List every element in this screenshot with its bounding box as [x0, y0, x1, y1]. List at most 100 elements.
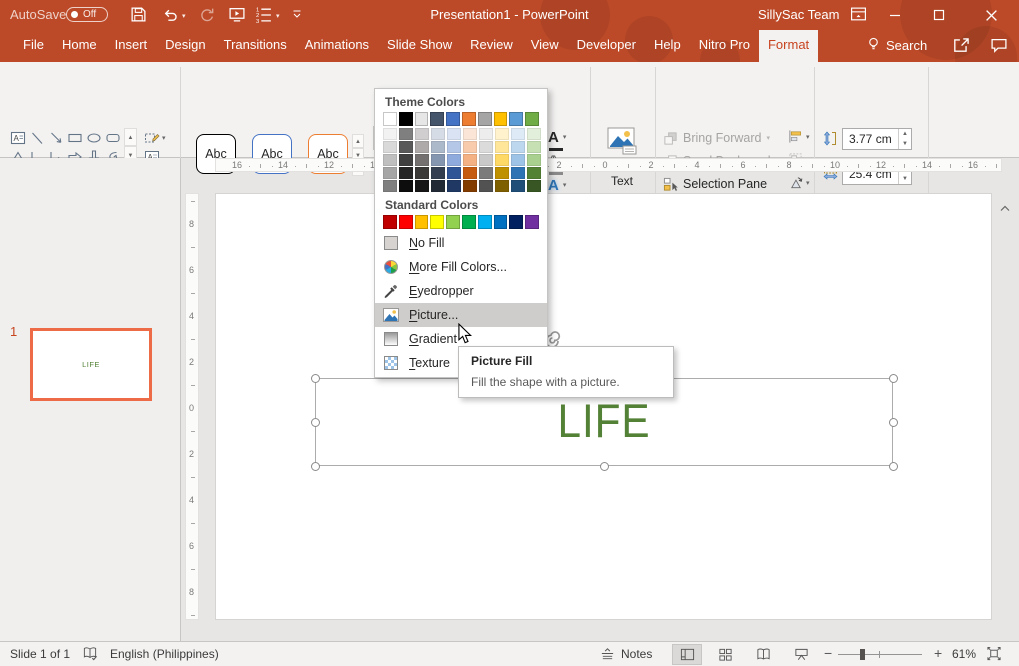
save-icon[interactable] — [130, 6, 148, 24]
zoom-slider-thumb[interactable] — [860, 649, 865, 660]
tab-home[interactable]: Home — [53, 30, 106, 62]
theme-color-swatch[interactable] — [399, 112, 413, 126]
theme-color-variant-swatch[interactable] — [479, 167, 493, 179]
tab-help[interactable]: Help — [645, 30, 690, 62]
theme-color-variant-swatch[interactable] — [479, 154, 493, 166]
oval-shape-icon[interactable] — [84, 128, 103, 147]
theme-color-variant-swatch[interactable] — [479, 141, 493, 153]
theme-color-swatch[interactable] — [462, 112, 476, 126]
theme-color-variant-swatch[interactable] — [399, 154, 413, 166]
theme-color-variant-swatch[interactable] — [495, 128, 509, 140]
theme-color-variant-swatch[interactable] — [463, 167, 477, 179]
edit-shape-button[interactable]: ▾ — [142, 128, 166, 147]
theme-color-variant-swatch[interactable] — [511, 128, 525, 140]
theme-color-swatch[interactable] — [494, 112, 508, 126]
slideshow-from-start-icon[interactable] — [228, 6, 246, 24]
close-icon[interactable] — [972, 0, 1010, 30]
rect-shape-icon[interactable] — [65, 128, 84, 147]
theme-color-variant-swatch[interactable] — [511, 167, 525, 179]
theme-color-variant-swatch[interactable] — [511, 141, 525, 153]
comments-icon[interactable] — [990, 37, 1008, 59]
theme-color-swatch[interactable] — [383, 112, 397, 126]
slideshow-view-icon[interactable] — [786, 644, 816, 665]
theme-color-variant-swatch[interactable] — [431, 154, 445, 166]
collapse-ribbon-icon[interactable] — [998, 202, 1012, 220]
menu-item-eyedropper[interactable]: Eyedropper — [375, 279, 547, 303]
zoom-out-icon[interactable]: − — [824, 645, 832, 661]
standard-color-swatch[interactable] — [525, 215, 539, 229]
standard-color-swatch[interactable] — [415, 215, 429, 229]
numbered-list-icon[interactable]: 123 — [256, 6, 274, 24]
reading-view-icon[interactable] — [748, 644, 778, 665]
theme-color-variant-swatch[interactable] — [527, 154, 541, 166]
theme-color-swatch[interactable] — [509, 112, 523, 126]
theme-color-swatch[interactable] — [446, 112, 460, 126]
theme-color-variant-swatch[interactable] — [527, 167, 541, 179]
theme-color-variant-swatch[interactable] — [479, 180, 493, 192]
theme-color-variant-swatch[interactable] — [415, 128, 429, 140]
theme-color-variant-swatch[interactable] — [527, 180, 541, 192]
theme-color-variant-swatch[interactable] — [415, 154, 429, 166]
theme-color-variant-swatch[interactable] — [495, 167, 509, 179]
maximize-icon[interactable] — [920, 0, 958, 30]
zoom-in-icon[interactable]: + — [934, 645, 942, 661]
theme-color-variant-swatch[interactable] — [383, 154, 397, 166]
theme-color-variant-swatch[interactable] — [463, 180, 477, 192]
fit-to-window-icon[interactable] — [986, 646, 1002, 664]
theme-color-variant-swatch[interactable] — [511, 180, 525, 192]
slide-thumbnail[interactable]: LIFE — [30, 328, 152, 401]
standard-color-swatch[interactable] — [399, 215, 413, 229]
theme-color-variant-swatch[interactable] — [399, 180, 413, 192]
minimize-icon[interactable] — [876, 0, 914, 30]
theme-color-swatch[interactable] — [430, 112, 444, 126]
theme-color-variant-swatch[interactable] — [399, 141, 413, 153]
theme-color-variant-swatch[interactable] — [463, 128, 477, 140]
standard-color-swatch[interactable] — [430, 215, 444, 229]
theme-color-variant-swatch[interactable] — [527, 128, 541, 140]
tab-animations[interactable]: Animations — [296, 30, 378, 62]
autosave-toggle[interactable]: Off — [66, 7, 108, 22]
tab-review[interactable]: Review — [461, 30, 522, 62]
theme-color-variant-swatch[interactable] — [447, 154, 461, 166]
standard-color-swatch[interactable] — [509, 215, 523, 229]
spell-check-icon[interactable] — [82, 646, 98, 664]
align-objects-button[interactable]: ▾ — [788, 129, 810, 144]
slide-indicator[interactable]: Slide 1 of 1 — [10, 647, 70, 661]
theme-color-variant-swatch[interactable] — [431, 180, 445, 192]
undo-dropdown-icon[interactable]: ▾ — [182, 12, 186, 20]
theme-color-variant-swatch[interactable] — [415, 180, 429, 192]
selection-handle[interactable] — [889, 462, 898, 471]
zoom-level[interactable]: 61% — [952, 647, 976, 661]
standard-color-swatch[interactable] — [383, 215, 397, 229]
tab-file[interactable]: File — [14, 30, 53, 62]
normal-view-icon[interactable] — [672, 644, 702, 665]
tab-nitro-pro[interactable]: Nitro Pro — [690, 30, 759, 62]
selection-handle[interactable] — [600, 462, 609, 471]
selection-handle[interactable] — [311, 418, 320, 427]
theme-color-variant-swatch[interactable] — [383, 128, 397, 140]
account-name[interactable]: SillySac Team — [758, 7, 839, 22]
share-icon[interactable] — [952, 36, 970, 59]
theme-color-variant-swatch[interactable] — [463, 154, 477, 166]
tab-format[interactable]: Format — [759, 30, 818, 62]
rotate-objects-button[interactable]: ▾ — [788, 175, 810, 190]
standard-color-swatch[interactable] — [494, 215, 508, 229]
menu-item-no-fill[interactable]: No Fill — [375, 231, 547, 255]
standard-color-swatch[interactable] — [478, 215, 492, 229]
scroll-up-icon[interactable]: ▲ — [352, 134, 364, 148]
theme-color-variant-swatch[interactable] — [431, 141, 445, 153]
theme-color-variant-swatch[interactable] — [463, 141, 477, 153]
selection-handle[interactable] — [889, 374, 898, 383]
scroll-up-icon[interactable]: ▲ — [124, 128, 137, 146]
tab-slide-show[interactable]: Slide Show — [378, 30, 461, 62]
standard-color-swatch[interactable] — [462, 215, 476, 229]
tab-design[interactable]: Design — [156, 30, 214, 62]
theme-color-variant-swatch[interactable] — [447, 128, 461, 140]
theme-color-variant-swatch[interactable] — [527, 141, 541, 153]
search-control[interactable]: Search — [866, 36, 927, 55]
theme-color-variant-swatch[interactable] — [383, 167, 397, 179]
selection-handle[interactable] — [311, 374, 320, 383]
tab-view[interactable]: View — [522, 30, 568, 62]
tab-transitions[interactable]: Transitions — [215, 30, 296, 62]
theme-color-swatch[interactable] — [415, 112, 429, 126]
